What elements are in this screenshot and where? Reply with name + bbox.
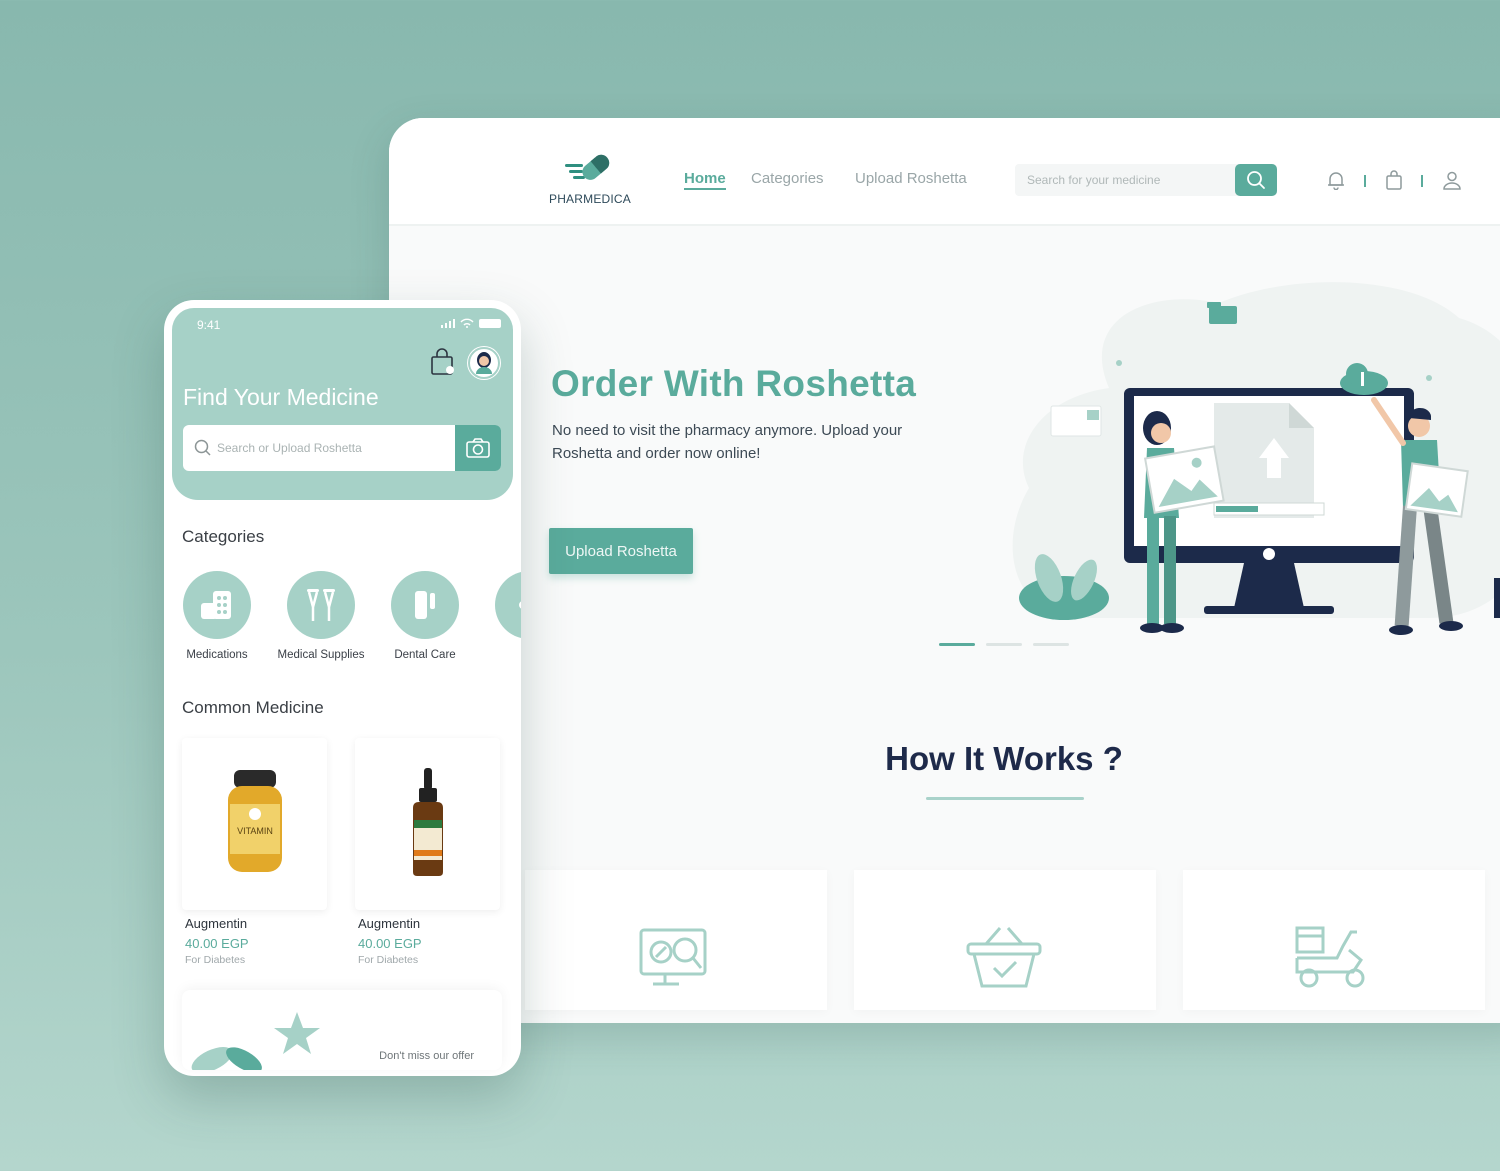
product-price: 40.00 EGP: [185, 936, 249, 951]
upload-illustration: [1012, 282, 1500, 635]
bell-icon[interactable]: [1327, 170, 1345, 190]
category-label: Dental Care: [394, 649, 456, 661]
status-icons: [441, 318, 501, 328]
bottle-label-text: VITAMIN: [237, 826, 273, 836]
search-icon: [1247, 171, 1265, 189]
nav-active-indicator: [684, 188, 726, 190]
category-label: Medical Supplies: [277, 649, 365, 661]
nav-categories[interactable]: Categories: [751, 170, 824, 187]
category-eye-care[interactable]: Ey: [484, 571, 521, 661]
category-dental-care[interactable]: Dental Care: [380, 571, 470, 661]
prescription-search-icon: [639, 928, 707, 986]
basket-check-icon: [966, 927, 1042, 988]
product-note: For Diabetes: [185, 954, 246, 966]
search-icon: [194, 439, 211, 456]
product-card-2[interactable]: Augmentin 40.00 EGP For Diabetes: [355, 738, 500, 966]
shopping-bag-icon[interactable]: [430, 348, 454, 376]
product-card-1[interactable]: VITAMIN Augmentin 40.00 EGP For Diabetes: [182, 738, 327, 966]
brand-name: PHARMEDICA: [548, 192, 631, 206]
eye-icon: [519, 601, 521, 609]
nav-home[interactable]: Home: [684, 170, 726, 187]
icon-separator: [1421, 175, 1423, 187]
status-time: 9:41: [197, 318, 221, 332]
capsule-logo-icon: [565, 154, 610, 180]
mobile-search-bar: [183, 425, 501, 471]
offer-banner[interactable]: Don't miss our offer: [182, 990, 502, 1070]
camera-icon: [466, 438, 490, 458]
product-note: For Diabetes: [358, 954, 419, 966]
carousel-dot-2[interactable]: [986, 643, 1022, 646]
nav-upload-roshetta[interactable]: Upload Roshetta: [855, 170, 967, 187]
shopping-bag-icon[interactable]: [1385, 170, 1403, 190]
mobile-app-mockup: 9:41 Find Your Medicine Search or Upload…: [164, 300, 521, 1076]
delivery-scooter-icon: [1295, 926, 1365, 988]
step-card-1[interactable]: [525, 870, 827, 1010]
search-button[interactable]: [1235, 164, 1277, 196]
common-medicine-heading: Common Medicine: [182, 698, 324, 717]
vitamin-bottle-image: VITAMIN: [227, 770, 282, 872]
user-icon[interactable]: [1442, 170, 1462, 190]
brand-logo[interactable]: PHARMEDICA: [545, 148, 635, 208]
offer-text: Don't miss our offer: [379, 1050, 474, 1062]
step-card-2[interactable]: [854, 870, 1156, 1010]
product-price: 40.00 EGP: [358, 936, 422, 951]
top-navbar: PHARMEDICA Home Categories Upload Roshet…: [389, 118, 1500, 226]
pills-icon: [201, 591, 231, 619]
upload-roshetta-button[interactable]: Upload Roshetta: [549, 528, 693, 574]
section-underline: [926, 797, 1084, 800]
avatar[interactable]: [467, 346, 501, 380]
product-name: Augmentin: [185, 916, 248, 931]
category-medical-supplies[interactable]: Medical Supplies: [276, 571, 366, 661]
carousel-dot-3[interactable]: [1033, 643, 1069, 646]
mobile-header: 9:41 Find Your Medicine: [172, 308, 513, 500]
carousel-dot-1[interactable]: [939, 643, 975, 646]
categories-heading: Categories: [182, 527, 265, 546]
camera-upload-button[interactable]: [455, 425, 501, 471]
category-medications[interactable]: Medications: [172, 571, 262, 661]
toothbrush-icon: [415, 591, 435, 619]
mobile-page-title: Find Your Medicine: [183, 384, 379, 410]
desktop-window: PHARMEDICA Home Categories Upload Roshet…: [389, 118, 1500, 1023]
crutches-icon: [307, 589, 335, 621]
dropper-bottle-image: [412, 768, 443, 876]
category-label: Medications: [186, 649, 248, 661]
hero-title: Order With Roshetta: [551, 363, 917, 404]
user-avatar-icon: [468, 347, 500, 379]
offer-decoration: [191, 1012, 320, 1070]
hero-subtitle: No need to visit the pharmacy anymore. U…: [552, 422, 903, 462]
mobile-search-input[interactable]: [217, 425, 457, 471]
icon-separator: [1364, 175, 1366, 187]
category-label: Ey: [484, 649, 521, 661]
product-name: Augmentin: [358, 916, 421, 931]
step-card-3[interactable]: [1183, 870, 1485, 1010]
how-it-works-title: How It Works ?: [885, 740, 1123, 777]
